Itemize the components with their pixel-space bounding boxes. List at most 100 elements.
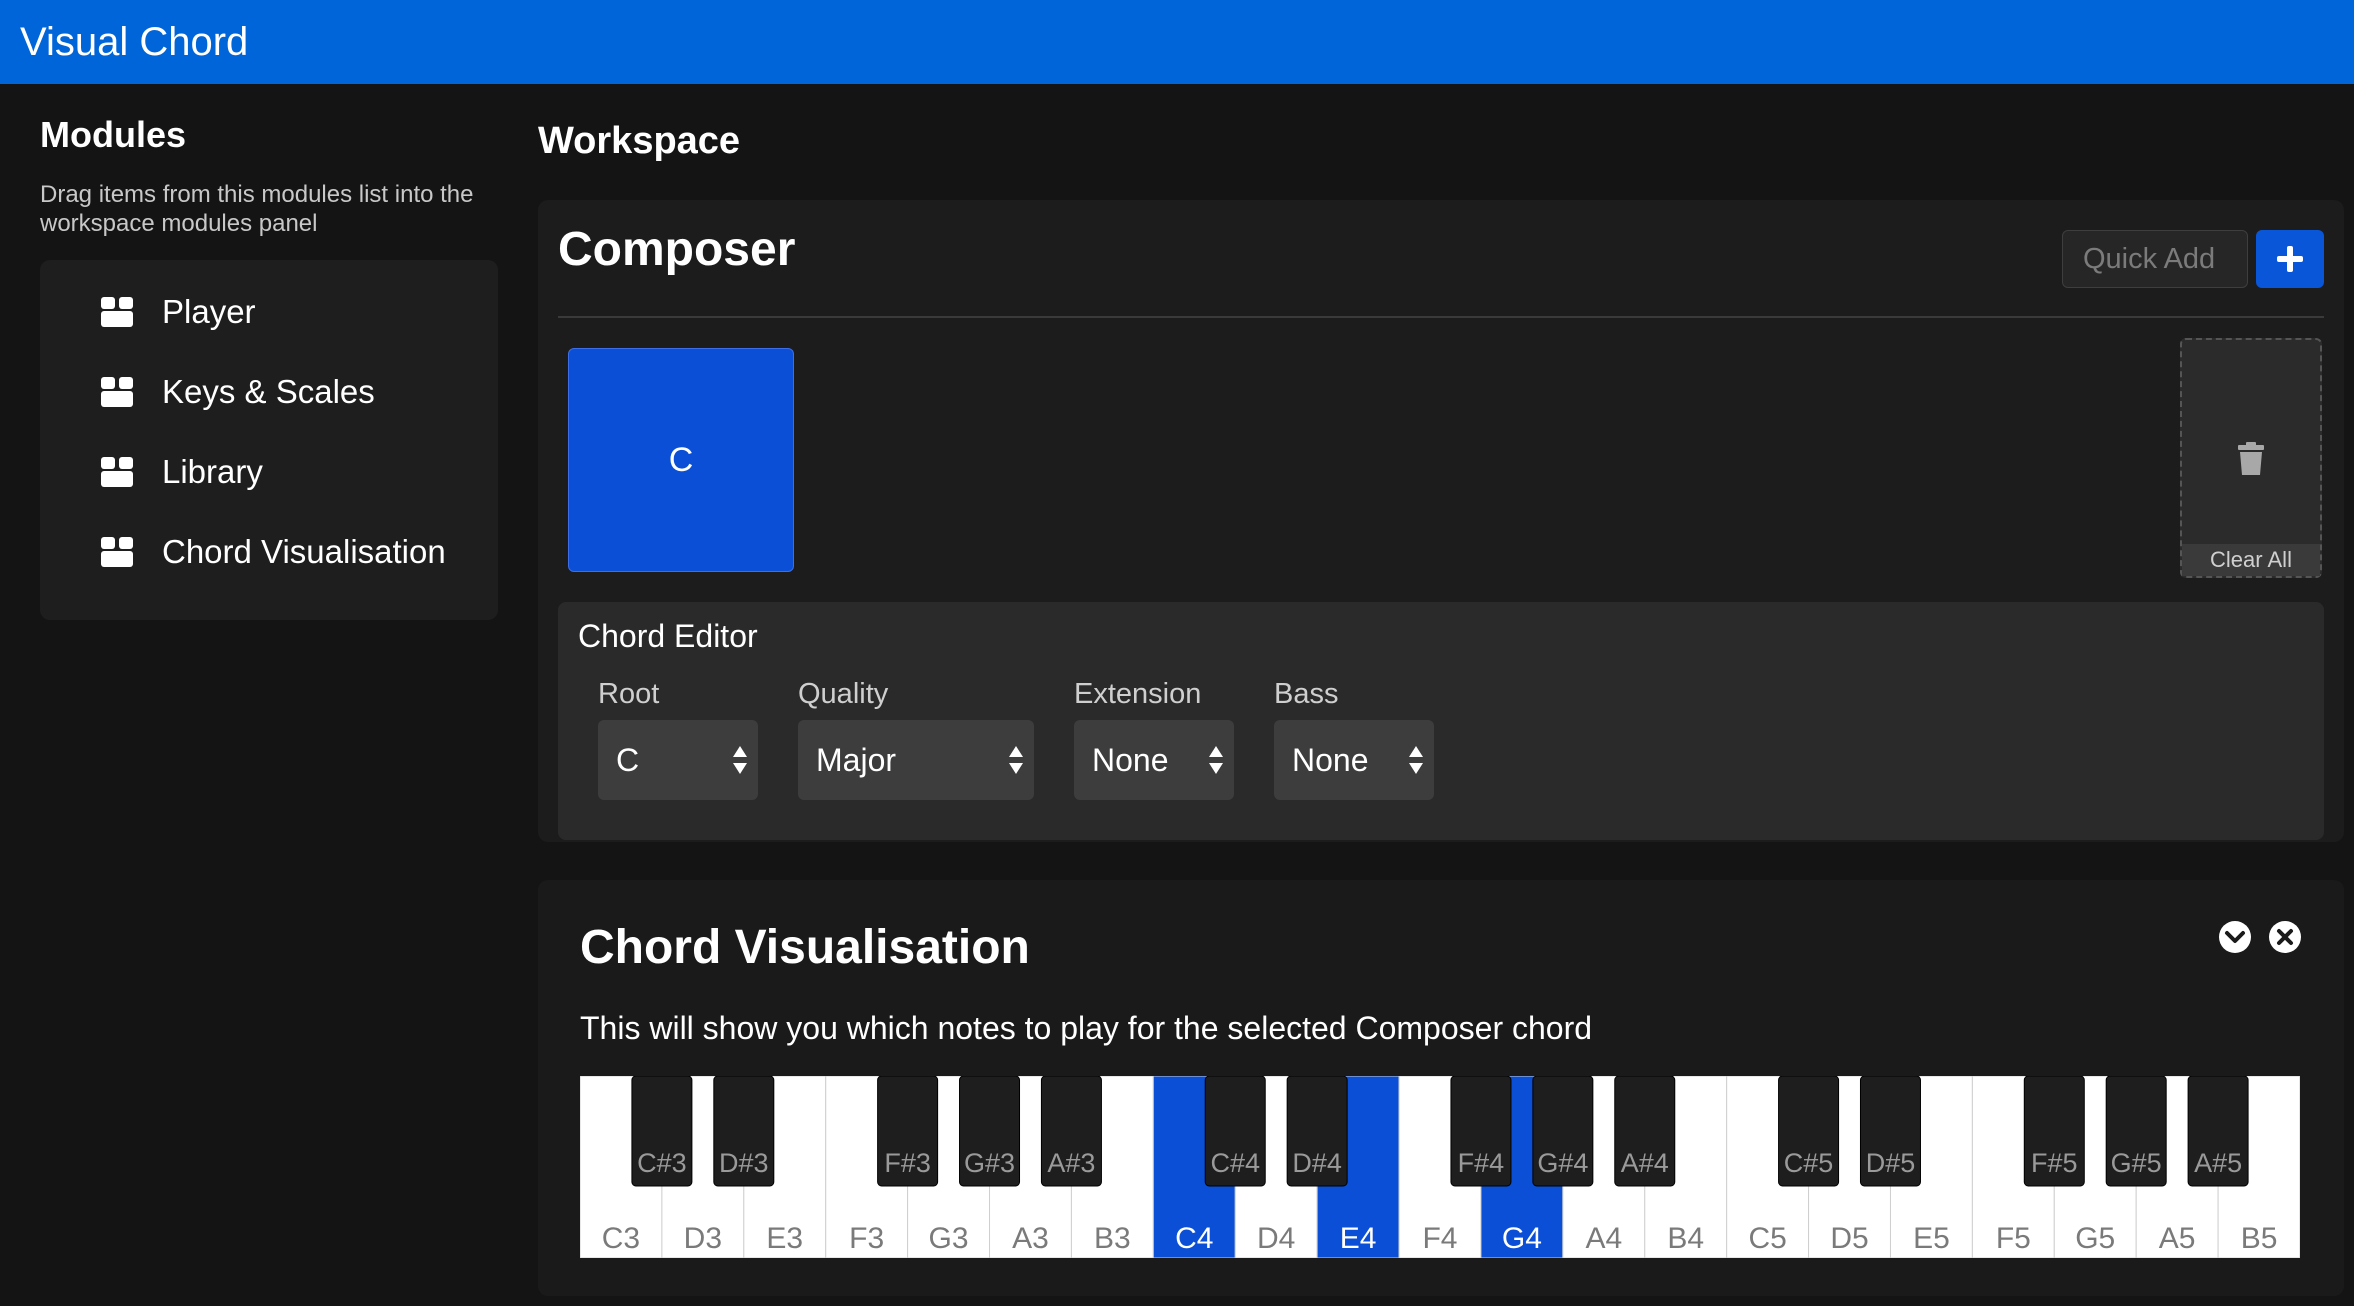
black-key-label: G#5	[2111, 1148, 2162, 1178]
quality-value: Major	[816, 741, 897, 778]
module-item-chord-visualisation[interactable]: Chord Visualisation	[40, 512, 498, 592]
root-value: C	[616, 741, 640, 778]
black-key-label: C#4	[1210, 1148, 1260, 1178]
quality-select[interactable]: Major	[798, 720, 1034, 800]
clear-all-dropzone[interactable]: Clear All	[2180, 338, 2322, 578]
add-chord-button[interactable]	[2256, 230, 2324, 288]
extension-label: Extension	[1074, 678, 1202, 710]
clear-all-label: Clear All	[2182, 544, 2320, 576]
black-key-As5[interactable]: A#5	[2187, 1076, 2249, 1187]
black-key-label: F#5	[2031, 1148, 2078, 1178]
black-key-label: G#3	[964, 1148, 1015, 1178]
black-key-Fs3[interactable]: F#3	[877, 1076, 939, 1187]
plus-icon	[2277, 246, 2303, 272]
black-key-Gs4[interactable]: G#4	[1532, 1076, 1594, 1187]
black-key-label: A#4	[1621, 1148, 1669, 1178]
black-key-Gs5[interactable]: G#5	[2105, 1076, 2167, 1187]
white-key-label: A3	[1012, 1222, 1049, 1255]
workspace-title: Workspace	[538, 120, 741, 162]
black-key-As3[interactable]: A#3	[1040, 1076, 1102, 1187]
chord-card[interactable]: C	[568, 348, 794, 572]
module-box-icon	[100, 295, 134, 329]
black-key-label: C#5	[1784, 1148, 1834, 1178]
chord-editor: Chord Editor Root C Quality Major Extens…	[558, 602, 2324, 840]
white-key-label: B4	[1667, 1222, 1704, 1255]
module-box-icon	[100, 535, 134, 569]
visualisation-title: Chord Visualisation	[580, 921, 1030, 974]
black-key-Ds4[interactable]: D#4	[1286, 1076, 1348, 1187]
black-key-label: D#4	[1292, 1148, 1342, 1178]
chord-editor-title: Chord Editor	[578, 618, 758, 654]
close-icon[interactable]	[2268, 920, 2302, 954]
module-box-icon	[100, 455, 134, 489]
composer-panel: Composer C Clear All Chord Editor Root C…	[538, 200, 2344, 842]
app-header: Visual Chord	[0, 0, 2354, 84]
app-title: Visual Chord	[20, 19, 249, 64]
black-key-Cs4[interactable]: C#4	[1204, 1076, 1266, 1187]
white-key-label: F5	[1996, 1222, 2031, 1255]
white-key-label: E4	[1340, 1222, 1377, 1255]
sidebar-description: Drag items from this modules list into t…	[40, 181, 474, 237]
white-key-label: B3	[1094, 1222, 1131, 1255]
piano-keyboard: C3 D3 E3 F3 G3 A3 B3 C4 D4 E4 F4 G4 A4 B4 C5 D5 E5 F5 G5 A5…	[580, 1076, 2300, 1258]
white-key-label: C4	[1175, 1222, 1213, 1255]
black-key-Fs4[interactable]: F#4	[1450, 1076, 1512, 1187]
module-label: Chord Visualisation	[162, 533, 446, 570]
module-item-player[interactable]: Player	[40, 272, 498, 352]
white-key-label: A4	[1585, 1222, 1622, 1255]
white-key-label: E3	[766, 1222, 803, 1255]
select-arrows-icon	[1409, 746, 1423, 774]
bass-value: None	[1292, 741, 1369, 778]
white-key-label: D3	[684, 1222, 722, 1255]
composer-title: Composer	[558, 223, 796, 276]
white-key-label: D4	[1257, 1222, 1295, 1255]
white-key-label: F3	[849, 1222, 884, 1255]
select-arrows-icon	[1009, 746, 1023, 774]
white-key-label: A5	[2159, 1222, 2196, 1255]
black-key-Cs5[interactable]: C#5	[1778, 1076, 1840, 1187]
module-list: Player Keys & Scales Library Chord Visua…	[40, 260, 498, 620]
black-key-label: C#3	[637, 1148, 687, 1178]
extension-select[interactable]: None	[1074, 720, 1234, 800]
select-arrows-icon	[1209, 746, 1223, 774]
white-key-label: E5	[1913, 1222, 1950, 1255]
white-key-label: D5	[1830, 1222, 1868, 1255]
white-key-label: C5	[1748, 1222, 1786, 1255]
sidebar-title: Modules	[40, 114, 187, 155]
white-key-label: G5	[2075, 1222, 2115, 1255]
black-key-Cs3[interactable]: C#3	[631, 1076, 693, 1187]
black-key-label: A#5	[2194, 1148, 2242, 1178]
black-key-Ds5[interactable]: D#5	[1859, 1076, 1921, 1187]
module-item-keys-scales[interactable]: Keys & Scales	[40, 352, 498, 432]
white-key-label: C3	[602, 1222, 640, 1255]
trash-icon	[2238, 442, 2264, 475]
quick-add-input[interactable]	[2062, 230, 2248, 288]
white-key-label: B5	[2241, 1222, 2278, 1255]
white-key-label: G3	[929, 1222, 969, 1255]
module-label: Library	[162, 453, 263, 490]
black-key-label: D#5	[1866, 1148, 1916, 1178]
bass-select[interactable]: None	[1274, 720, 1434, 800]
black-key-label: G#4	[1537, 1148, 1588, 1178]
black-key-Fs5[interactable]: F#5	[2023, 1076, 2085, 1187]
chevron-down-icon[interactable]	[2218, 920, 2252, 954]
bass-label: Bass	[1274, 678, 1339, 710]
white-key-label: G4	[1502, 1222, 1542, 1255]
black-key-label: D#3	[719, 1148, 769, 1178]
visualisation-description: This will show you which notes to play f…	[580, 1010, 1593, 1046]
module-item-library[interactable]: Library	[40, 432, 498, 512]
root-select[interactable]: C	[598, 720, 758, 800]
black-key-label: F#4	[1458, 1148, 1505, 1178]
module-label: Keys & Scales	[162, 373, 375, 410]
chord-visualisation-panel: Chord Visualisation This will show you w…	[538, 880, 2344, 1296]
module-label: Player	[162, 293, 256, 330]
black-key-label: F#3	[884, 1148, 931, 1178]
black-key-As4[interactable]: A#4	[1614, 1076, 1676, 1187]
black-key-Ds3[interactable]: D#3	[713, 1076, 775, 1187]
root-label: Root	[598, 678, 660, 710]
black-key-label: A#3	[1047, 1148, 1095, 1178]
quality-label: Quality	[798, 678, 889, 710]
black-key-Gs3[interactable]: G#3	[959, 1076, 1021, 1187]
extension-value: None	[1092, 741, 1169, 778]
module-box-icon	[100, 375, 134, 409]
